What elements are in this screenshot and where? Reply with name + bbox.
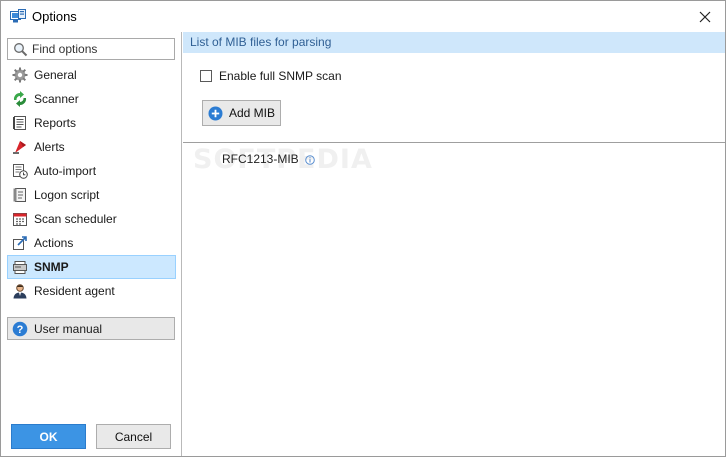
gear-icon [12, 67, 28, 83]
cancel-button[interactable]: Cancel [96, 424, 171, 449]
help-icon: ? [12, 321, 28, 337]
sidebar-item-general[interactable]: General [7, 63, 176, 87]
options-window: Options General [0, 0, 726, 457]
sidebar-item-label: Actions [34, 236, 74, 250]
plus-circle-icon [208, 106, 223, 121]
sidebar-item-label: Scanner [34, 92, 79, 106]
sidebar-item-scan-scheduler[interactable]: Scan scheduler [7, 207, 176, 231]
sidebar-item-label: Scan scheduler [34, 212, 117, 226]
user-manual-button[interactable]: ? User manual [7, 317, 175, 340]
sidebar-item-label: General [34, 68, 77, 82]
sidebar-item-resident-agent[interactable]: Resident agent [7, 279, 176, 303]
agent-icon [12, 283, 28, 299]
title-bar: Options [1, 1, 725, 32]
sidebar-item-actions[interactable]: Actions [7, 231, 176, 255]
info-icon[interactable] [304, 154, 315, 165]
sidebar-item-label: Resident agent [34, 284, 115, 298]
full-snmp-scan-checkbox[interactable]: Enable full SNMP scan [200, 69, 342, 83]
mib-file-name: RFC1213-MIB [222, 152, 299, 166]
user-manual-label: User manual [34, 321, 103, 336]
close-button[interactable] [685, 1, 725, 32]
window-title: Options [32, 9, 77, 24]
sidebar-item-label: Logon script [34, 188, 100, 202]
sidebar-item-scanner[interactable]: Scanner [7, 87, 176, 111]
calendar-icon [12, 211, 28, 227]
snmp-icon [12, 259, 28, 275]
auto-import-icon [12, 163, 28, 179]
sidebar-item-reports[interactable]: Reports [7, 111, 176, 135]
search-box[interactable] [7, 38, 175, 60]
sidebar-item-label: Auto-import [34, 164, 97, 178]
close-icon [699, 11, 711, 22]
panel-header: List of MIB files for parsing [183, 32, 725, 53]
script-icon [12, 187, 28, 203]
search-icon [13, 42, 28, 57]
search-input[interactable] [32, 41, 172, 57]
app-icon [10, 9, 26, 23]
svg-text:?: ? [17, 324, 24, 336]
divider [183, 142, 725, 143]
ok-button[interactable]: OK [11, 424, 86, 449]
snmp-panel: List of MIB files for parsing Enable ful… [183, 32, 725, 456]
add-mib-label: Add MIB [229, 106, 276, 120]
checkbox-label: Enable full SNMP scan [219, 69, 342, 83]
mib-list-item[interactable]: RFC1213-MIB [222, 152, 315, 166]
sidebar-item-logon-script[interactable]: Logon script [7, 183, 176, 207]
sidebar-item-alerts[interactable]: Alerts [7, 135, 176, 159]
sidebar-item-label: Alerts [34, 140, 65, 154]
add-mib-button[interactable]: Add MIB [202, 100, 281, 126]
alert-icon [12, 139, 28, 155]
sidebar: General Scanner Reports Alerts [1, 32, 182, 456]
options-nav: General Scanner Reports Alerts Auto-impo… [7, 63, 176, 303]
actions-icon [12, 235, 28, 251]
sidebar-item-label: Reports [34, 116, 77, 130]
sidebar-item-auto-import[interactable]: Auto-import [7, 159, 176, 183]
checkbox-box[interactable] [200, 70, 212, 82]
report-icon [12, 115, 28, 131]
sidebar-item-snmp[interactable]: SNMP [7, 255, 176, 279]
sidebar-item-label: SNMP [34, 260, 69, 274]
scanner-icon [12, 91, 28, 107]
